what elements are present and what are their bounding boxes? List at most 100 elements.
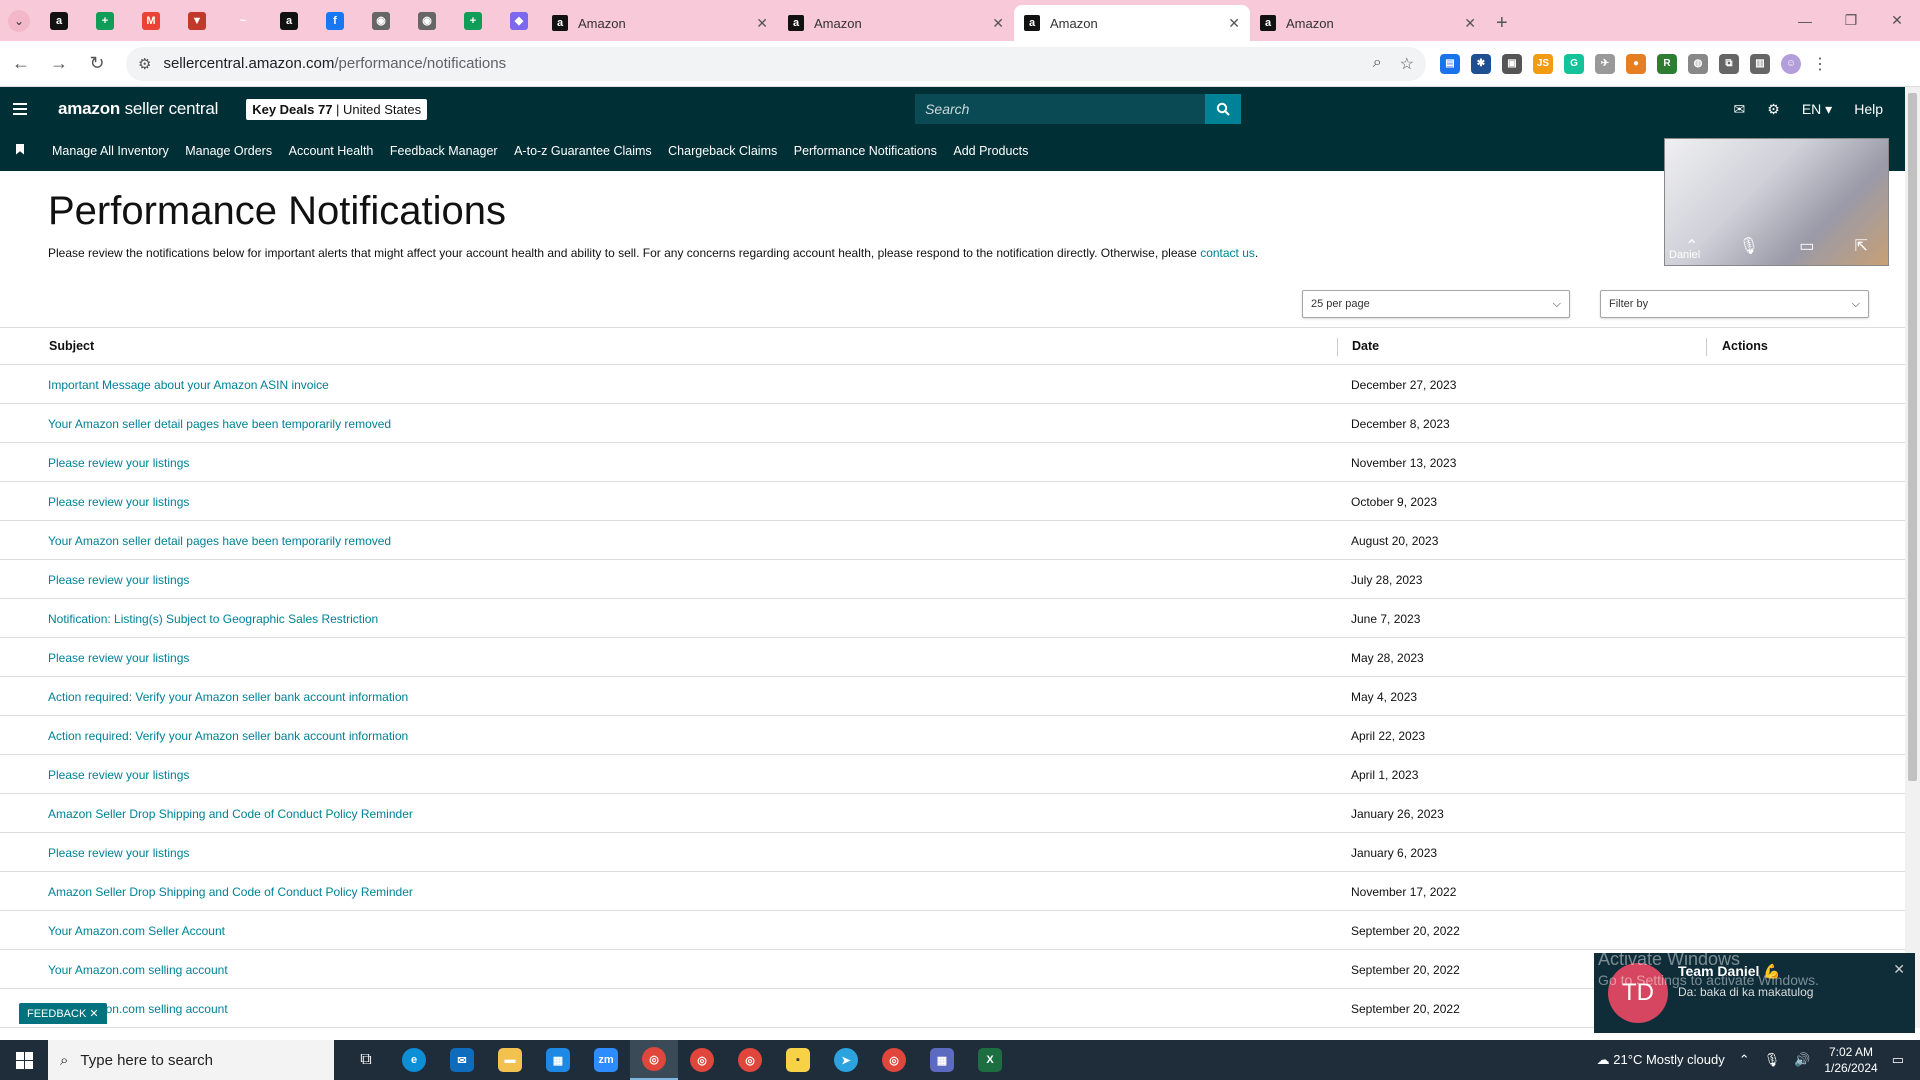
telegram-icon[interactable]: ➤ — [822, 1040, 870, 1080]
address-bar[interactable]: ⚙ sellercentral.amazon.com/performance/n… — [126, 46, 1426, 81]
notification-subject-link[interactable]: Please review your listings — [48, 768, 189, 782]
extension-icon[interactable]: ▣ — [1502, 53, 1522, 74]
pinned-tab[interactable]: a — [266, 0, 312, 41]
chevron-up-icon[interactable]: ⌃ — [1739, 1052, 1750, 1068]
browser-tab[interactable]: a Amazon ✕ — [778, 5, 1014, 41]
close-window-icon[interactable]: ✕ — [1874, 0, 1920, 41]
nav-item[interactable]: Chargeback Claims — [668, 144, 777, 158]
extensions-puzzle-icon[interactable]: ⧉ — [1719, 53, 1739, 74]
edge-icon[interactable]: e — [390, 1040, 438, 1080]
mic-off-icon[interactable]: 🎙 — [1739, 236, 1759, 256]
notification-subject-link[interactable]: Action required: Verify your Amazon sell… — [48, 690, 408, 704]
notification-subject-link[interactable]: Your Amazon seller detail pages have bee… — [48, 534, 391, 548]
nav-item[interactable]: Manage Orders — [185, 144, 272, 158]
notification-subject-link[interactable]: Action required: Verify your Amazon sell… — [48, 729, 408, 743]
notification-subject-link[interactable]: Your Amazon.com selling account — [48, 963, 228, 977]
notification-subject-link[interactable]: Please review your listings — [48, 651, 189, 665]
help-link[interactable]: Help — [1854, 101, 1883, 117]
zoom-icon[interactable]: zm — [582, 1040, 630, 1080]
site-settings-icon[interactable]: ⚙ — [138, 55, 151, 73]
notification-subject-link[interactable]: Please review your listings — [48, 495, 189, 509]
per-page-select[interactable]: 25 per page ⌵ — [1302, 290, 1570, 318]
extension-icon[interactable]: JS — [1533, 53, 1553, 74]
extension-icon[interactable]: ✱ — [1471, 53, 1491, 74]
notification-subject-link[interactable]: Your Amazon seller detail pages have bee… — [48, 417, 391, 431]
sticky-notes-icon[interactable]: ▪ — [774, 1040, 822, 1080]
extension-icon[interactable]: R — [1657, 53, 1677, 74]
feedback-button[interactable]: FEEDBACK ✕ — [19, 1003, 107, 1024]
browser-tab[interactable]: a Amazon ✕ — [542, 5, 778, 41]
minimize-icon[interactable]: — — [1782, 0, 1828, 41]
task-view-icon[interactable]: ⧉ — [342, 1040, 390, 1080]
nav-item[interactable]: Account Health — [289, 144, 374, 158]
chrome-icon[interactable]: ◎ — [870, 1040, 918, 1080]
notification-subject-link[interactable]: Your Amazon.com Seller Account — [48, 924, 225, 938]
store-icon[interactable]: ▦ — [534, 1040, 582, 1080]
pinned-tab[interactable]: ◉ — [404, 0, 450, 41]
pinned-tab[interactable]: ◆ — [496, 0, 542, 41]
forward-icon[interactable]: → — [42, 47, 76, 81]
search-input[interactable] — [915, 94, 1206, 124]
pinned-tab[interactable]: ▼ — [174, 0, 220, 41]
reload-icon[interactable]: ↻ — [80, 47, 114, 81]
nav-item[interactable]: A-to-z Guarantee Claims — [514, 144, 652, 158]
pinned-tab[interactable]: + — [450, 0, 496, 41]
grammarly-icon[interactable]: G — [1564, 53, 1584, 74]
close-tab-icon[interactable]: ✕ — [992, 15, 1004, 32]
restore-icon[interactable]: ❐ — [1828, 0, 1874, 41]
pinned-tab[interactable]: ~ — [220, 0, 266, 41]
bookmark-star-icon[interactable]: ☆ — [1400, 54, 1414, 74]
pinned-tab[interactable]: M — [128, 0, 174, 41]
notification-subject-link[interactable]: Amazon Seller Drop Shipping and Code of … — [48, 885, 413, 899]
extension-icon[interactable]: ● — [1626, 53, 1646, 74]
volume-icon[interactable]: 🔊 — [1794, 1052, 1810, 1068]
extension-icon[interactable]: ◍ — [1688, 53, 1708, 74]
camera-off-icon[interactable]: ▭ — [1799, 236, 1814, 256]
pinned-tab[interactable]: + — [82, 0, 128, 41]
calculator-icon[interactable]: ▦ — [918, 1040, 966, 1080]
language-selector[interactable]: EN ▾ — [1802, 101, 1832, 118]
file-explorer-icon[interactable]: ▬ — [486, 1040, 534, 1080]
hamburger-menu-icon[interactable] — [0, 87, 40, 131]
new-tab-button[interactable]: + — [1496, 12, 1508, 35]
header-date[interactable]: Date — [1352, 339, 1379, 353]
nav-item[interactable]: Manage All Inventory — [52, 144, 169, 158]
microphone-icon[interactable]: 🎙 — [1764, 1052, 1781, 1068]
pinned-tab[interactable]: ◉ — [358, 0, 404, 41]
nav-item[interactable]: Add Products — [953, 144, 1028, 158]
video-call-preview[interactable]: ⌃ 🎙 ▭ ⇱ Daniel — [1664, 138, 1889, 266]
close-tab-icon[interactable]: ✕ — [1228, 15, 1240, 32]
mail-app-icon[interactable]: ✉ — [438, 1040, 486, 1080]
nav-item[interactable]: Performance Notifications — [794, 144, 937, 158]
start-button[interactable] — [0, 1040, 48, 1080]
taskbar-search[interactable]: ⌕ Type here to search — [48, 1040, 334, 1080]
weather-widget[interactable]: ☁ 21°C Mostly cloudy — [1597, 1052, 1725, 1068]
browser-tab[interactable]: a Amazon ✕ — [1014, 5, 1250, 41]
store-switcher[interactable]: Key Deals 77 | United States — [246, 98, 428, 120]
notification-subject-link[interactable]: Please review your listings — [48, 573, 189, 587]
tab-search-icon[interactable]: ⌄ — [8, 10, 30, 32]
browser-tab[interactable]: a Amazon ✕ — [1250, 5, 1486, 41]
profile-avatar[interactable]: ☺ — [1781, 53, 1801, 74]
seller-central-logo[interactable]: amazon seller central — [58, 99, 218, 119]
close-tab-icon[interactable]: ✕ — [756, 15, 768, 32]
chrome-icon[interactable]: ◎ — [726, 1040, 774, 1080]
filter-select[interactable]: Filter by ⌵ — [1600, 290, 1869, 318]
scrollbar-thumb[interactable] — [1908, 93, 1917, 781]
search-button[interactable] — [1205, 94, 1242, 124]
extension-icon[interactable]: ✈ — [1595, 53, 1615, 74]
header-subject[interactable]: Subject — [49, 339, 94, 353]
close-icon[interactable]: ✕ — [1893, 961, 1905, 978]
notification-subject-link[interactable]: Please review your listings — [48, 456, 189, 470]
close-tab-icon[interactable]: ✕ — [1464, 15, 1476, 32]
extension-icon[interactable]: ▤ — [1440, 53, 1460, 74]
bookmark-icon[interactable] — [16, 143, 24, 155]
notification-subject-link[interactable]: Amazon Seller Drop Shipping and Code of … — [48, 807, 413, 821]
settings-gear-icon[interactable]: ⚙ — [1767, 101, 1780, 118]
notification-subject-link[interactable]: Please review your listings — [48, 846, 189, 860]
pinned-tab[interactable]: f — [312, 0, 358, 41]
vertical-scrollbar[interactable] — [1905, 87, 1920, 1028]
chrome-icon[interactable]: ◎ — [678, 1040, 726, 1080]
notification-subject-link[interactable]: Important Message about your Amazon ASIN… — [48, 378, 329, 392]
back-icon[interactable]: ← — [4, 47, 38, 81]
